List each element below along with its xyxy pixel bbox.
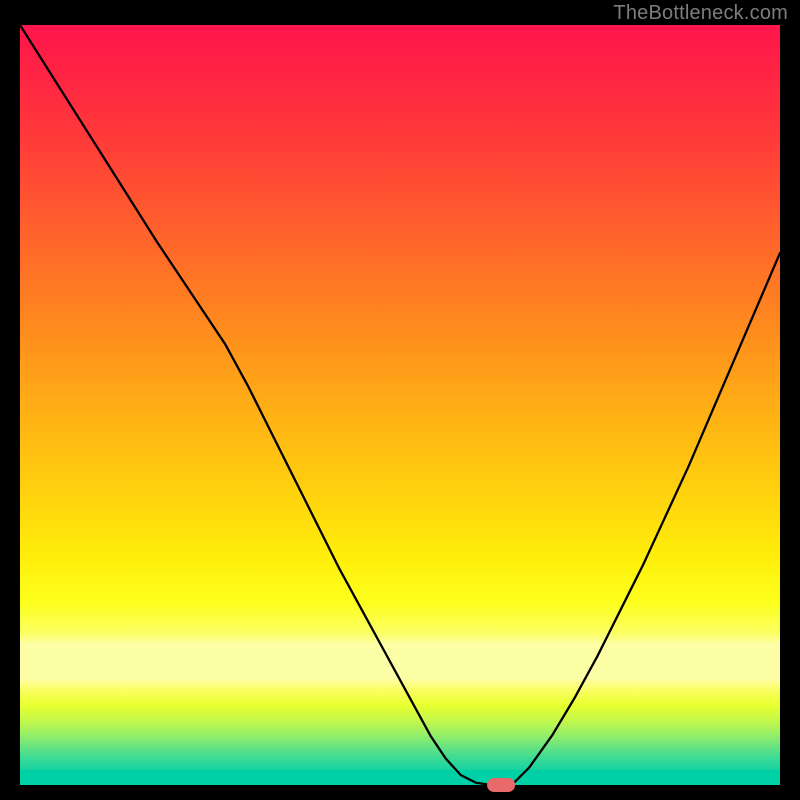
gradient-background (20, 25, 780, 785)
watermark: TheBottleneck.com (613, 2, 788, 25)
chart (0, 0, 800, 800)
green-floor (20, 770, 780, 785)
stage: TheBottleneck.com (0, 0, 800, 800)
min-marker (487, 778, 515, 792)
